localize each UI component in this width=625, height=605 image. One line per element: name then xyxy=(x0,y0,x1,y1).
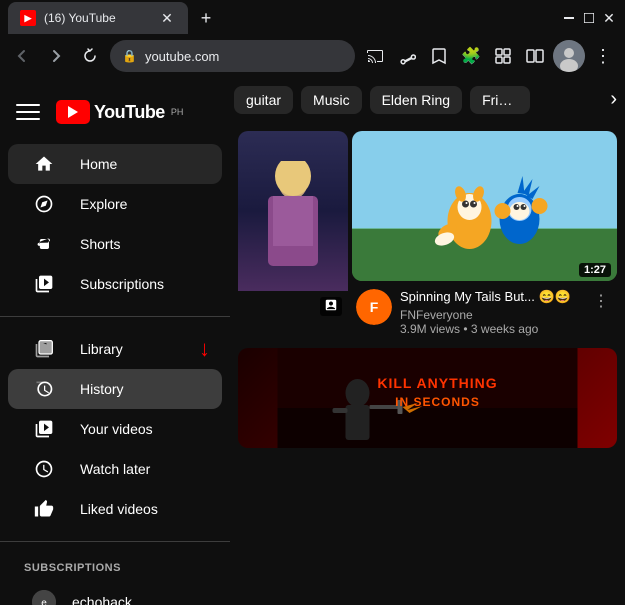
overlay-icon xyxy=(320,297,342,316)
shorts-icon xyxy=(32,232,56,256)
subscription-label-echohack: echohack xyxy=(72,594,132,605)
your-videos-icon xyxy=(32,417,56,441)
tab-close-button[interactable]: ✕ xyxy=(158,9,176,27)
subscription-avatar-echohack: e xyxy=(32,590,56,605)
hamburger-menu[interactable] xyxy=(16,100,40,124)
liked-videos-icon xyxy=(32,497,56,521)
url-text: youtube.com xyxy=(145,49,219,64)
youtube-logo-text: YouTube xyxy=(94,102,165,123)
history-icon xyxy=(32,377,56,401)
subscriptions-section-title: SUBSCRIPTIONS xyxy=(0,554,230,582)
sidebar-nav: Home Explore Shorts Sub xyxy=(0,140,230,605)
profile-avatar[interactable] xyxy=(553,40,585,72)
video-card-woman[interactable] xyxy=(238,131,348,340)
sidebar-item-your-videos[interactable]: Your videos xyxy=(8,409,222,449)
video-card-sonic[interactable]: 1:27 F Spinning My Tails But... 😄😄 FNFev… xyxy=(352,131,617,340)
sidebar-item-label-liked-videos: Liked videos xyxy=(80,501,158,517)
sidebar-header: YouTube PH xyxy=(0,84,230,140)
sidebar-item-library[interactable]: Library ↓ xyxy=(8,329,222,369)
sidebar-item-explore[interactable]: Explore xyxy=(8,184,222,224)
youtube-logo[interactable]: YouTube PH xyxy=(56,100,183,124)
puzzle-icon[interactable] xyxy=(489,42,517,70)
sidebar: YouTube PH Home Explore xyxy=(0,76,230,605)
video-row-1: 1:27 F Spinning My Tails But... 😄😄 FNFev… xyxy=(238,131,617,340)
home-icon xyxy=(32,152,56,176)
svg-text:IN SECONDS: IN SECONDS xyxy=(395,395,480,409)
tab-bar: ▶ (16) YouTube ✕ + ✕ xyxy=(0,0,625,36)
library-arrow: ↓ xyxy=(199,336,210,362)
filter-bar: guitar Music Elden Ring Friday › xyxy=(230,76,625,123)
tab-favicon: ▶ xyxy=(20,10,36,26)
sidebar-item-label-home: Home xyxy=(80,156,117,172)
window-controls: ✕ xyxy=(561,10,617,26)
reload-button[interactable] xyxy=(76,42,104,70)
sonic-video-title: Spinning My Tails But... 😄😄 xyxy=(400,289,581,306)
sidebar-item-label-your-videos: Your videos xyxy=(80,421,153,437)
share-icon[interactable] xyxy=(393,42,421,70)
extensions-icon[interactable]: 🧩 xyxy=(457,42,485,70)
sonic-channel-avatar: F xyxy=(356,289,392,325)
cast-icon[interactable] xyxy=(361,42,389,70)
explore-icon xyxy=(32,192,56,216)
sonic-video-info: F Spinning My Tails But... 😄😄 FNFeveryon… xyxy=(352,281,617,340)
active-tab[interactable]: ▶ (16) YouTube ✕ xyxy=(8,2,188,34)
svg-text:KILL ANYTHING: KILL ANYTHING xyxy=(377,375,497,391)
address-bar: 🔒 youtube.com 🧩 ⋮ xyxy=(0,36,625,76)
filter-chip-guitar[interactable]: guitar xyxy=(234,86,293,114)
minimize-button[interactable] xyxy=(561,10,577,26)
sidebar-item-liked-videos[interactable]: Liked videos xyxy=(8,489,222,529)
sonic-video-meta: Spinning My Tails But... 😄😄 FNFeveryone … xyxy=(400,289,581,336)
bookmark-icon[interactable] xyxy=(425,42,453,70)
filter-more-button[interactable]: › xyxy=(606,84,621,115)
close-window-button[interactable]: ✕ xyxy=(601,10,617,26)
filter-chip-elden-ring[interactable]: Elden Ring xyxy=(370,86,463,114)
sidebar-divider-1 xyxy=(0,316,230,317)
sidebar-item-shorts[interactable]: Shorts xyxy=(8,224,222,264)
sidebar-item-history[interactable]: History xyxy=(8,369,222,409)
video-grid: 1:27 F Spinning My Tails But... 😄😄 FNFev… xyxy=(230,123,625,456)
maximize-button[interactable] xyxy=(581,10,597,26)
filter-chip-friday[interactable]: Friday xyxy=(470,86,530,114)
sidebar-item-label-subscriptions: Subscriptions xyxy=(80,276,164,292)
sonic-video-stats: 3.9M views • 3 weeks ago xyxy=(400,322,581,336)
sidebar-item-label-shorts: Shorts xyxy=(80,236,120,252)
url-bar[interactable]: 🔒 youtube.com xyxy=(110,40,355,72)
toolbar-icons: 🧩 ⋮ xyxy=(361,40,617,72)
browser-chrome: ▶ (16) YouTube ✕ + ✕ 🔒 youtube.com xyxy=(0,0,625,76)
sidebar-item-label-explore: Explore xyxy=(80,196,127,212)
sidebar-divider-2 xyxy=(0,541,230,542)
sonic-duration-badge: 1:27 xyxy=(579,263,611,277)
forward-button[interactable] xyxy=(42,42,70,70)
sidebar-item-subscriptions[interactable]: Subscriptions xyxy=(8,264,222,304)
youtube-logo-icon xyxy=(56,100,90,124)
back-button[interactable] xyxy=(8,42,36,70)
new-tab-button[interactable]: + xyxy=(192,4,220,32)
filter-chip-music[interactable]: Music xyxy=(301,86,362,114)
main-content: guitar Music Elden Ring Friday › xyxy=(230,76,625,605)
video-card-kills[interactable]: KILL ANYTHING IN SECONDS xyxy=(238,348,617,448)
split-screen-icon[interactable] xyxy=(521,42,549,70)
sidebar-item-label-history: History xyxy=(80,381,124,397)
sonic-more-button[interactable]: ⋮ xyxy=(589,289,613,313)
sidebar-item-watch-later[interactable]: Watch later xyxy=(8,449,222,489)
video-row-2: KILL ANYTHING IN SECONDS xyxy=(238,348,617,448)
subscriptions-icon xyxy=(32,272,56,296)
youtube-app: YouTube PH Home Explore xyxy=(0,76,625,605)
sidebar-item-home[interactable]: Home xyxy=(8,144,222,184)
sonic-channel-name: FNFeveryone xyxy=(400,308,581,322)
youtube-logo-region: PH xyxy=(171,107,184,117)
library-icon xyxy=(32,337,56,361)
sidebar-item-label-watch-later: Watch later xyxy=(80,461,150,477)
watch-later-icon xyxy=(32,457,56,481)
tab-title: (16) YouTube xyxy=(44,11,150,25)
svg-text:e: e xyxy=(41,598,47,605)
svg-text:F: F xyxy=(370,299,379,315)
menu-button[interactable]: ⋮ xyxy=(589,42,617,70)
lock-icon: 🔒 xyxy=(122,49,137,63)
sidebar-item-label-library: Library xyxy=(80,341,123,357)
subscription-item-echohack[interactable]: e echohack xyxy=(8,582,222,605)
